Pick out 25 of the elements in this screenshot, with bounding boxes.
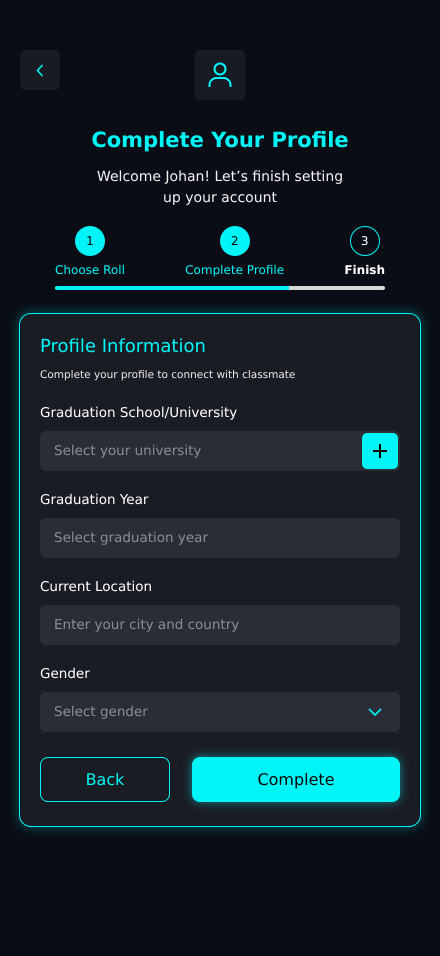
university-field[interactable]: Select your university	[40, 431, 400, 471]
input-field[interactable]: Enter your city and country	[40, 605, 400, 645]
complete-button[interactable]: Complete	[192, 757, 400, 802]
welcome-text: Welcome Johan! Let’s finish setting up your account	[96, 168, 344, 208]
card-description: Complete your profile to connect with classmate	[40, 369, 296, 381]
field-label: Current Location	[40, 579, 154, 595]
card-title: Profile Information	[40, 336, 207, 357]
user-icon	[208, 62, 232, 88]
step-number: 1	[74, 226, 105, 256]
back-button[interactable]: Back	[40, 757, 170, 802]
page-title: Complete Your Profile	[90, 128, 350, 152]
field-label: Gender	[40, 666, 91, 682]
step-number: 2	[220, 226, 250, 256]
chevron-down-icon	[368, 708, 382, 716]
gender-dropdown[interactable]: Select gender	[40, 692, 400, 732]
step-label: Choose Roll	[55, 263, 125, 277]
field-label: Graduation School/University	[40, 405, 238, 421]
step-label: Complete Profile	[185, 263, 284, 277]
add-button[interactable]	[362, 433, 398, 469]
chevron-left-icon	[36, 64, 44, 76]
field-label: Graduation Year	[40, 492, 150, 508]
step-number: 3	[350, 226, 380, 256]
step-label: Finish	[344, 263, 385, 277]
plus-icon	[372, 443, 388, 459]
input-field[interactable]: Select graduation year	[40, 518, 400, 558]
